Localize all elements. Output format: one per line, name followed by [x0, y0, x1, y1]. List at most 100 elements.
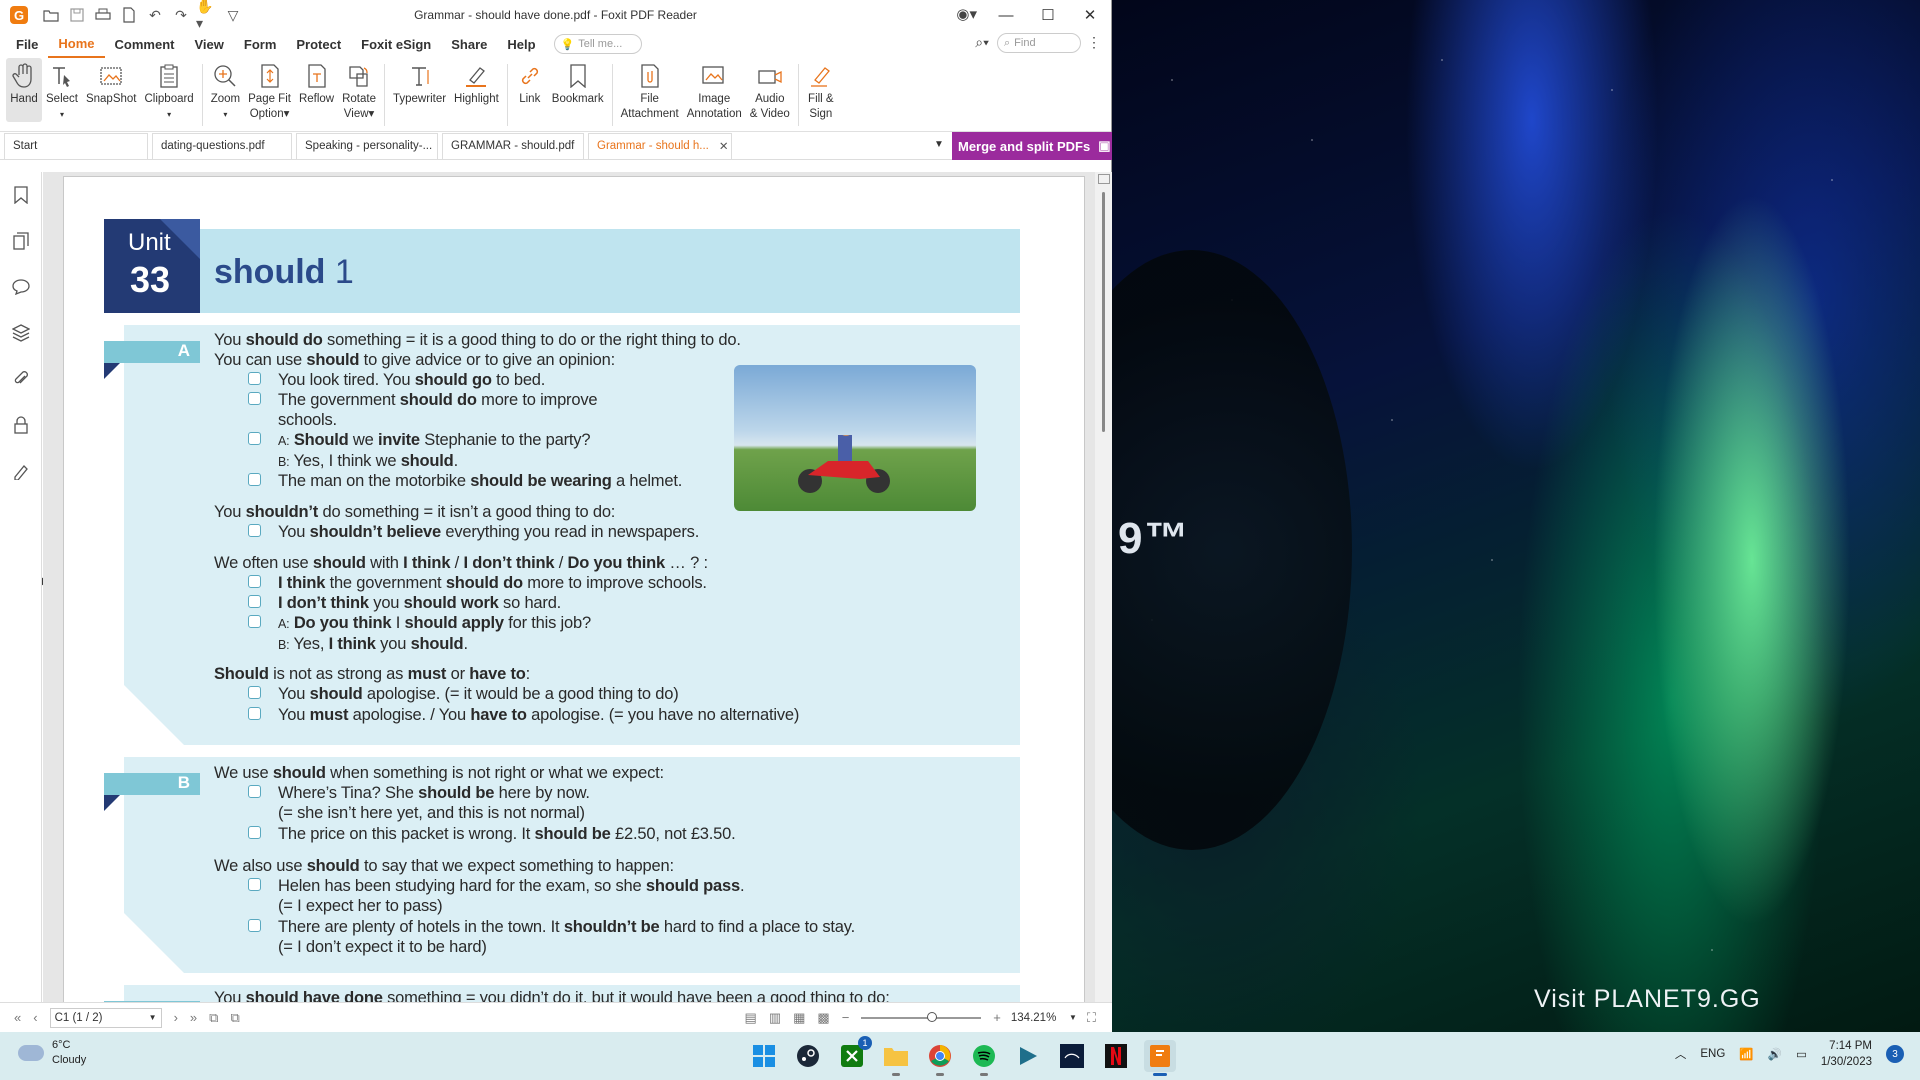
bookmarks-panel-icon[interactable] [0, 172, 41, 218]
tab-grammar-should-have-done[interactable]: Grammar - should h... ✕ [588, 132, 732, 159]
audio-video-button[interactable]: Audio & Video [746, 58, 794, 122]
clipboard-button[interactable]: Clipboard ▾ [140, 58, 197, 122]
tabs-dropdown-icon[interactable]: ▼ [934, 139, 944, 150]
more-options-icon[interactable]: ⋮ [1087, 34, 1101, 51]
scrollbar-thumb[interactable] [1102, 192, 1105, 432]
show-hidden-icons-icon[interactable]: ︿ [1675, 1046, 1687, 1062]
weather-widget[interactable]: 6°C Cloudy [18, 1038, 86, 1068]
customize-toolbar-icon[interactable]: ▽ [222, 4, 244, 26]
netflix-app[interactable] [1100, 1040, 1132, 1072]
clock[interactable]: 7:14 PM 1/30/2023 [1821, 1038, 1872, 1070]
comments-panel-icon[interactable] [0, 264, 41, 310]
tab-grammar-should[interactable]: GRAMMAR - should.pdf [442, 132, 584, 159]
previous-view-icon[interactable]: ⧉ [209, 1010, 218, 1026]
spotify-app[interactable] [968, 1040, 1000, 1076]
next-page-icon[interactable]: › [174, 1010, 178, 1025]
page-number-input[interactable]: C1 (1 / 2) ▼ [49, 1007, 162, 1028]
language-indicator[interactable]: ENG [1700, 1048, 1725, 1060]
find-input[interactable]: ⌕ Find [997, 33, 1081, 53]
continuous-view-icon[interactable]: ▥ [769, 1010, 781, 1026]
hand-tool-button[interactable]: Hand [6, 58, 42, 122]
new-document-icon[interactable] [118, 4, 140, 26]
chrome-app[interactable] [924, 1040, 956, 1076]
reflow-button[interactable]: Reflow [295, 58, 338, 107]
close-tab-icon[interactable]: ✕ [719, 139, 729, 153]
zoom-out-icon[interactable]: − [842, 1010, 850, 1025]
folder-icon [884, 1048, 908, 1066]
link-button[interactable]: Link [512, 58, 548, 107]
image-annotation-label-2: Annotation [686, 108, 742, 120]
zoom-in-icon[interactable]: + [993, 1010, 1001, 1025]
media-player-app[interactable] [1012, 1040, 1044, 1072]
ribbon-separator [384, 64, 385, 126]
vertical-scrollbar[interactable] [1095, 172, 1112, 1002]
next-view-icon[interactable]: ⧉ [230, 1010, 239, 1026]
text-line: You should have done something = you did… [214, 989, 890, 1002]
steam-app[interactable] [792, 1040, 824, 1072]
facing-view-icon[interactable]: ▦ [793, 1010, 805, 1026]
bookmark-button[interactable]: Bookmark [548, 58, 608, 107]
signature-panel-icon[interactable] [0, 448, 41, 494]
account-icon[interactable]: ◉▾ [956, 5, 977, 23]
save-icon[interactable] [66, 4, 88, 26]
rotate-view-button[interactable]: Rotate View▾ [338, 58, 380, 122]
security-panel-icon[interactable] [0, 402, 41, 448]
start-button[interactable] [748, 1040, 780, 1072]
undo-icon[interactable]: ↶ [144, 4, 166, 26]
last-page-icon[interactable]: » [190, 1010, 197, 1025]
wifi-icon[interactable]: 📶 [1739, 1047, 1753, 1061]
fullscreen-icon[interactable]: ⛶ [1087, 1010, 1096, 1026]
redo-icon[interactable]: ↷ [170, 4, 192, 26]
zoom-button[interactable]: Zoom ▾ [207, 58, 244, 122]
single-page-view-icon[interactable]: ▤ [745, 1010, 757, 1026]
menu-help[interactable]: Help [497, 30, 545, 58]
merge-split-promo-button[interactable]: Merge and split PDFs ▣ [952, 132, 1112, 160]
foxit-taskbar-app[interactable] [1144, 1040, 1176, 1076]
highlight-button[interactable]: Highlight [450, 58, 503, 107]
xbox-app[interactable]: 1 [836, 1036, 872, 1072]
maximize-button[interactable]: ☐ [1027, 0, 1069, 30]
typewriter-button[interactable]: Typewriter [389, 58, 450, 107]
foxit-logo-icon[interactable]: G [10, 6, 28, 24]
page-number-value: C1 (1 / 2) [54, 1011, 103, 1024]
tab-speaking-personality[interactable]: Speaking - personality-... [296, 132, 438, 159]
battery-icon[interactable]: ▭ [1796, 1047, 1807, 1061]
continuous-facing-view-icon[interactable]: ▩ [817, 1010, 829, 1026]
minimize-button[interactable]: — [985, 0, 1027, 30]
image-annotation-button[interactable]: Image Annotation [683, 58, 746, 122]
menu-comment[interactable]: Comment [105, 30, 185, 58]
select-tool-button[interactable]: Select ▾ [42, 58, 82, 122]
attachments-panel-icon[interactable] [0, 356, 41, 402]
zoom-level-select[interactable]: 134.21% ▼ [1007, 1008, 1081, 1028]
scroll-split-icon[interactable] [1098, 174, 1110, 184]
volume-icon[interactable]: 🔊 [1768, 1047, 1782, 1061]
pages-panel-icon[interactable] [0, 218, 41, 264]
file-attachment-button[interactable]: File Attachment [617, 58, 683, 122]
hand-tool-dropdown-icon[interactable]: ✋▾ [196, 0, 218, 31]
menu-home[interactable]: Home [48, 30, 105, 58]
snapshot-button[interactable]: SnapShot [82, 58, 141, 107]
notification-badge[interactable]: 3 [1886, 1045, 1904, 1063]
page-fit-option-button[interactable]: Page Fit Option▾ [244, 58, 295, 122]
menu-form[interactable]: Form [234, 30, 287, 58]
zoom-slider-knob[interactable] [927, 1011, 938, 1022]
previous-page-icon[interactable]: ‹ [33, 1010, 37, 1025]
zoom-slider[interactable] [861, 1011, 982, 1022]
find-options-icon[interactable]: ⌕▾ [975, 34, 989, 51]
tab-start[interactable]: Start [4, 132, 148, 159]
menu-file[interactable]: File [6, 30, 48, 58]
close-button[interactable]: ✕ [1069, 0, 1111, 30]
disney-plus-app[interactable] [1056, 1040, 1088, 1072]
file-explorer-app[interactable] [880, 1040, 912, 1076]
menu-foxit-esign[interactable]: Foxit eSign [351, 30, 441, 58]
menu-share[interactable]: Share [441, 30, 497, 58]
open-icon[interactable] [40, 4, 62, 26]
tab-dating-questions[interactable]: dating-questions.pdf [152, 132, 292, 159]
tell-me-input[interactable]: 💡 Tell me... [553, 34, 642, 54]
menu-protect[interactable]: Protect [286, 30, 351, 58]
menu-view[interactable]: View [184, 30, 233, 58]
print-icon[interactable] [92, 4, 114, 26]
first-page-icon[interactable]: « [14, 1010, 21, 1025]
layers-panel-icon[interactable] [0, 310, 41, 356]
fill-sign-button[interactable]: Fill & Sign [803, 58, 839, 122]
